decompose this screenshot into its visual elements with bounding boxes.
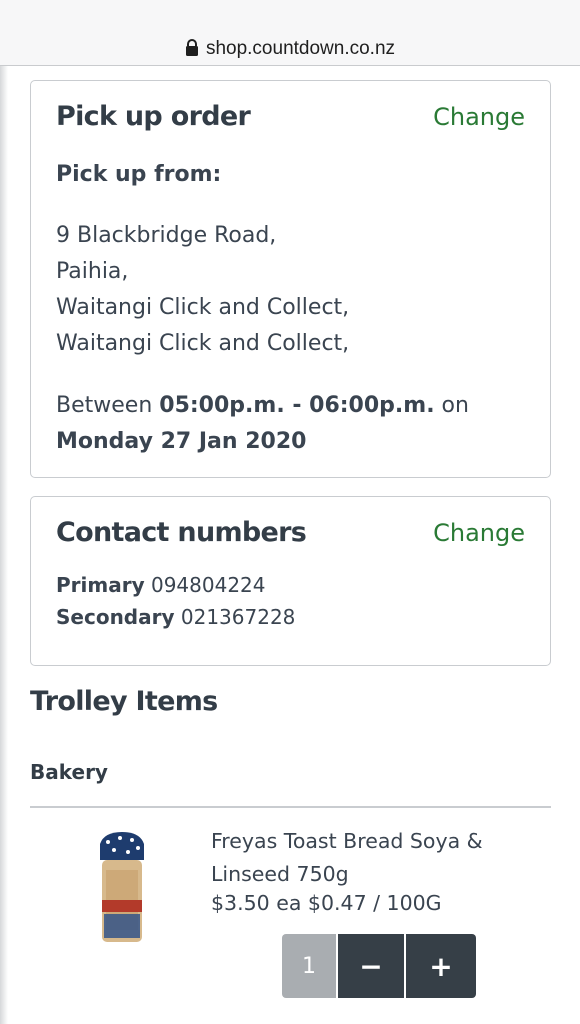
pickup-change-link[interactable]: Change xyxy=(433,103,525,131)
department-title: Bakery xyxy=(30,760,108,784)
pickup-from-label: Pick up from: xyxy=(56,162,222,187)
contact-list: Primary 094804224 Secondary 021367228 xyxy=(56,569,295,633)
pickup-time-line: Between 05:00p.m. - 06:00p.m. on xyxy=(56,388,469,424)
primary-number: 094804224 xyxy=(150,573,266,597)
decrease-quantity-button[interactable]: − xyxy=(336,934,406,998)
primary-contact: Primary 094804224 xyxy=(56,569,295,601)
trolley-items-title: Trolley Items xyxy=(30,686,218,717)
product-price-line: $3.50 ea $0.47 / 100G xyxy=(211,891,442,915)
pickup-date: Monday 27 Jan 2020 xyxy=(56,429,307,454)
contact-change-link[interactable]: Change xyxy=(433,519,525,547)
page-edge-shadow xyxy=(0,0,8,1024)
quantity-stepper: 1 − + xyxy=(282,934,476,998)
pickup-address: 9 Blackbridge Road, Paihia, Waitangi Cli… xyxy=(56,218,349,362)
url-display[interactable]: shop.countdown.co.nz xyxy=(0,38,580,60)
increase-quantity-button[interactable]: + xyxy=(406,934,476,998)
address-line: Paihia, xyxy=(56,259,129,284)
bread-loaf-icon[interactable] xyxy=(94,830,150,946)
secondary-number: 021367228 xyxy=(180,605,296,629)
between-label: Between xyxy=(56,393,153,418)
product-name[interactable]: Freyas Toast Bread Soya & Linseed 750g xyxy=(211,825,511,891)
product-price: $3.50 ea xyxy=(211,891,302,915)
pickup-order-card: Pick up order Change Pick up from: 9 Bla… xyxy=(30,80,551,478)
quantity-field[interactable]: 1 xyxy=(282,934,336,998)
pickup-time-range: 05:00p.m. - 06:00p.m. xyxy=(159,393,435,418)
pickup-time: Between 05:00p.m. - 06:00p.m. on Monday … xyxy=(56,388,469,460)
url-text: shop.countdown.co.nz xyxy=(205,38,396,59)
primary-label: Primary xyxy=(56,573,145,597)
on-label: on xyxy=(441,393,469,418)
address-line: 9 Blackbridge Road, xyxy=(56,223,277,248)
address-line: Waitangi Click and Collect, xyxy=(56,331,350,356)
department-divider xyxy=(30,806,551,808)
lock-icon xyxy=(185,39,198,56)
product-unit-price: $0.47 / 100G xyxy=(307,891,442,915)
contact-numbers-card: Contact numbers Change Primary 094804224… xyxy=(30,496,551,666)
pickup-title: Pick up order xyxy=(56,101,251,132)
secondary-contact: Secondary 021367228 xyxy=(56,601,295,633)
address-line: Waitangi Click and Collect, xyxy=(56,295,350,320)
browser-address-bar[interactable]: shop.countdown.co.nz xyxy=(0,0,580,66)
secondary-label: Secondary xyxy=(56,605,175,629)
contact-title: Contact numbers xyxy=(56,517,307,548)
